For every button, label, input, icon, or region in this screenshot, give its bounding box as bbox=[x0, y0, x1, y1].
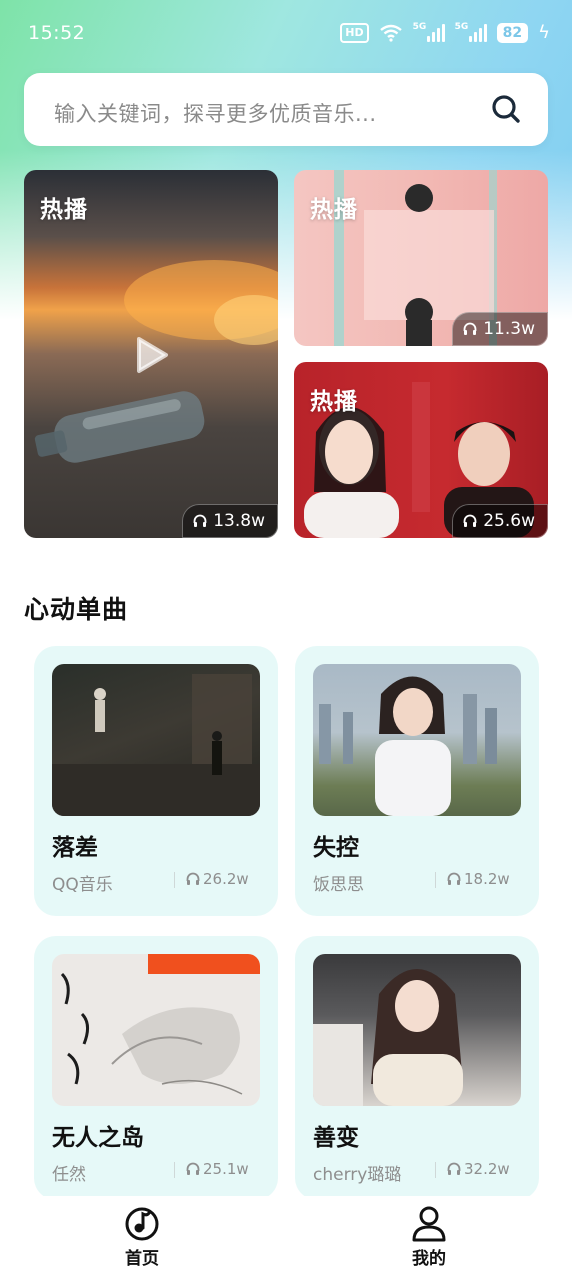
song-artist: 饭思思 bbox=[313, 875, 364, 895]
play-count-badge: 25.6w bbox=[452, 504, 548, 538]
song-card[interactable]: 无人之岛 任然 25.1w bbox=[34, 936, 278, 1200]
headphone-icon bbox=[186, 1162, 200, 1175]
play-count: 11.3w bbox=[483, 319, 535, 339]
hot-label: 热播 bbox=[40, 197, 88, 223]
song-play-count: 18.2w bbox=[447, 870, 510, 888]
cover-image bbox=[52, 674, 260, 816]
hot-card[interactable]: 热播 25.6w bbox=[294, 362, 548, 538]
song-card[interactable]: 善变 cherry璐璐 32.2w bbox=[295, 936, 539, 1200]
play-count: 25.6w bbox=[483, 511, 535, 531]
song-artist: QQ音乐 bbox=[52, 875, 113, 895]
song-title: 无人之岛 bbox=[52, 1125, 144, 1151]
status-bar: 15:52 HD 5G 5G 82 ϟ bbox=[0, 0, 572, 70]
song-card[interactable]: 失控 饭思思 18.2w bbox=[295, 646, 539, 916]
song-card[interactable]: 落差 QQ音乐 26.2w bbox=[34, 646, 278, 916]
cover-image bbox=[60, 954, 260, 1095]
play-count-badge: 13.8w bbox=[182, 504, 278, 538]
song-cover bbox=[52, 664, 260, 816]
bottom-nav: 首页 我的 bbox=[0, 1196, 572, 1279]
song-title: 善变 bbox=[313, 1125, 359, 1151]
divider bbox=[174, 872, 175, 888]
cover-image bbox=[319, 676, 497, 816]
headphone-icon bbox=[463, 514, 477, 527]
song-cover bbox=[52, 954, 260, 1106]
play-count: 18.2w bbox=[464, 870, 510, 888]
song-play-count: 26.2w bbox=[186, 870, 249, 888]
headphone-icon bbox=[186, 872, 200, 885]
song-artist: cherry璐璐 bbox=[313, 1165, 402, 1185]
search-input[interactable]: 输入关键词，探寻更多优质音乐... bbox=[54, 98, 377, 128]
hd-icon: HD bbox=[340, 22, 369, 43]
battery-icon: 82 bbox=[496, 22, 529, 43]
wifi-icon bbox=[379, 24, 402, 42]
nav-mine-label: 我的 bbox=[412, 1249, 446, 1269]
divider bbox=[435, 872, 436, 888]
play-count: 13.8w bbox=[213, 511, 265, 531]
play-count: 25.1w bbox=[203, 1160, 249, 1178]
divider bbox=[174, 1162, 175, 1178]
headphone-icon bbox=[447, 1162, 461, 1175]
hot-label: 热播 bbox=[310, 197, 358, 223]
nav-mine[interactable]: 我的 bbox=[379, 1204, 479, 1269]
cover-image bbox=[313, 969, 463, 1106]
section-title: 心动单曲 bbox=[24, 595, 129, 624]
song-play-count: 32.2w bbox=[447, 1160, 510, 1178]
status-icons: HD 5G 5G 82 ϟ bbox=[340, 22, 550, 43]
nav-home[interactable]: 首页 bbox=[92, 1204, 192, 1269]
play-count-badge: 11.3w bbox=[452, 312, 548, 346]
hot-card[interactable]: 热播 13.8w bbox=[24, 170, 278, 538]
user-icon bbox=[412, 1206, 446, 1242]
headphone-icon bbox=[463, 322, 477, 335]
song-title: 失控 bbox=[313, 835, 359, 861]
charging-icon: ϟ bbox=[538, 22, 550, 43]
play-icon[interactable] bbox=[135, 336, 169, 374]
song-cover bbox=[313, 664, 521, 816]
status-time: 15:52 bbox=[28, 22, 86, 44]
song-artist: 任然 bbox=[52, 1165, 86, 1185]
hot-card[interactable]: 热播 11.3w bbox=[294, 170, 548, 346]
signal-icon: 5G bbox=[455, 22, 487, 42]
hot-label: 热播 bbox=[310, 389, 358, 415]
nav-home-label: 首页 bbox=[125, 1249, 159, 1269]
play-count: 32.2w bbox=[464, 1160, 510, 1178]
signal-icon: 5G bbox=[413, 22, 445, 42]
search-bar[interactable]: 输入关键词，探寻更多优质音乐... bbox=[24, 73, 548, 146]
divider bbox=[435, 1162, 436, 1178]
headphone-icon bbox=[193, 514, 207, 527]
song-cover bbox=[313, 954, 521, 1106]
search-icon[interactable] bbox=[490, 93, 522, 125]
song-title: 落差 bbox=[52, 835, 98, 861]
play-count: 26.2w bbox=[203, 870, 249, 888]
song-play-count: 25.1w bbox=[186, 1160, 249, 1178]
music-disc-icon bbox=[125, 1207, 159, 1241]
headphone-icon bbox=[447, 872, 461, 885]
